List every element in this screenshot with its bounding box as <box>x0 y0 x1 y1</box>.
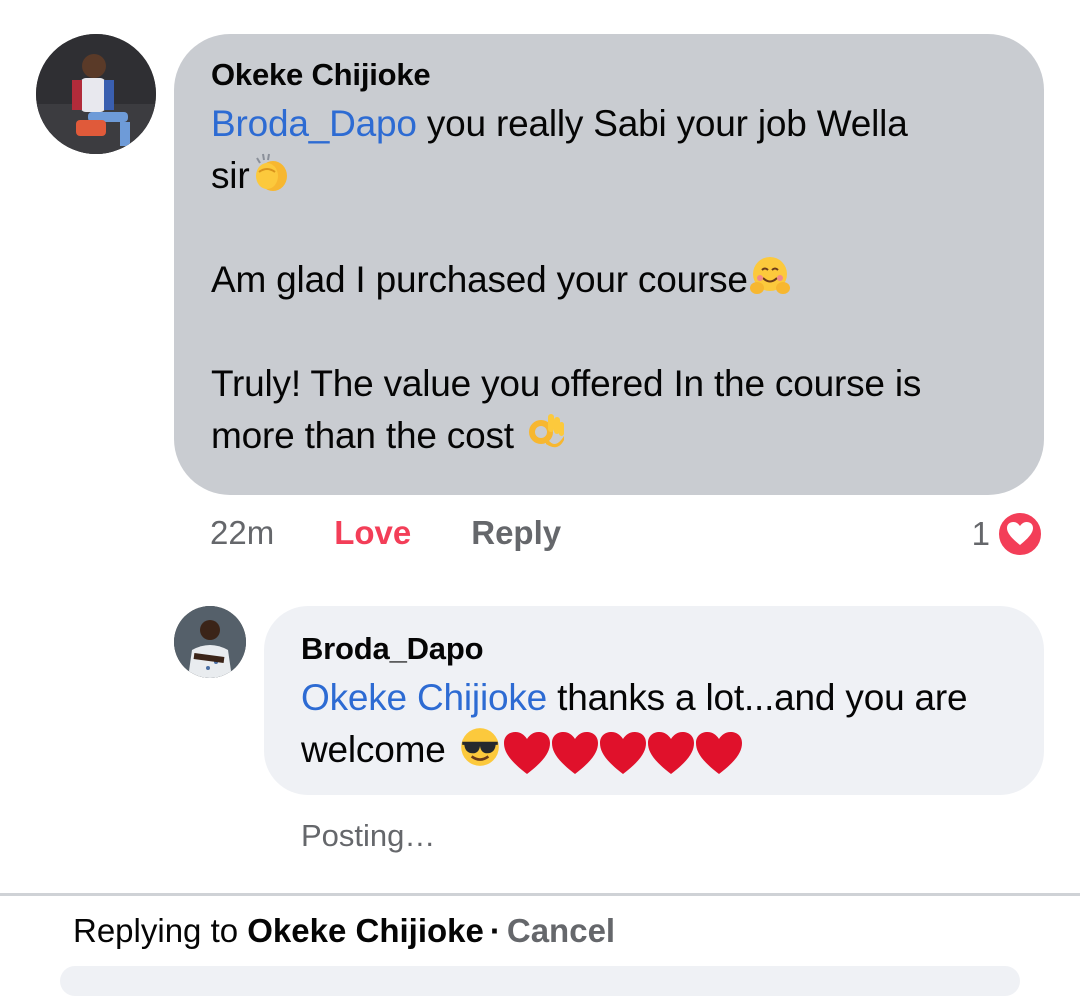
replying-prefix: Replying to <box>73 912 248 949</box>
comment-paragraph-3: Truly! The value you offered In the cour… <box>211 358 1008 462</box>
comment-line-2: sir <box>211 155 250 196</box>
sunglasses-face-icon <box>456 724 504 770</box>
comment-text: Broda_Dapo you really Sabi your job Well… <box>211 98 1008 462</box>
cancel-reply-button[interactable]: Cancel <box>507 912 615 949</box>
composer-divider <box>0 893 1080 896</box>
reaction-count: 1 <box>971 515 990 552</box>
red-heart-icon <box>694 730 744 776</box>
replying-separator: · <box>489 912 501 949</box>
reply-mention-link[interactable]: Okeke Chijioke <box>301 677 547 718</box>
comment-paragraph-1: Broda_Dapo you really Sabi your job Well… <box>211 98 1008 202</box>
comment-composer-input[interactable] <box>60 966 1020 996</box>
comment-line-3: Am glad I purchased your course <box>211 259 748 300</box>
red-heart-icon <box>598 730 648 776</box>
commenter-avatar[interactable] <box>36 34 156 154</box>
replier-avatar[interactable] <box>174 606 246 678</box>
reply-bubble[interactable]: Broda_Dapo Okeke Chijioke thanks a lot..… <box>264 606 1044 795</box>
hearts-group <box>502 730 744 784</box>
ok-hand-icon <box>524 410 568 454</box>
reaction-summary[interactable]: 1 <box>972 510 1044 558</box>
comment-line-1: you really Sabi your job Wella <box>416 103 908 144</box>
love-reaction-icon <box>996 510 1044 558</box>
comment-timestamp[interactable]: 22m <box>210 514 274 552</box>
posting-status: Posting… <box>301 818 436 853</box>
replying-to-bar: Replying to Okeke Chijioke · Cancel <box>73 912 615 950</box>
clapping-hands-icon <box>249 150 293 194</box>
replying-to-name: Okeke Chijioke <box>247 912 484 949</box>
red-heart-icon <box>550 730 600 776</box>
comment-paragraph-2: Am glad I purchased your course <box>211 254 1008 306</box>
love-button[interactable]: Love <box>334 514 411 552</box>
red-heart-icon <box>646 730 696 776</box>
reply-author[interactable]: Broda_Dapo <box>301 630 1008 668</box>
red-heart-icon <box>502 730 552 776</box>
reply-text: Okeke Chijioke thanks a lot...and you ar… <box>301 672 1008 784</box>
comment-bubble[interactable]: Okeke Chijioke Broda_Dapo you really Sab… <box>174 34 1044 495</box>
comment-actions: 22m Love Reply <box>210 514 561 552</box>
mention-link[interactable]: Broda_Dapo <box>211 103 417 144</box>
reply-button[interactable]: Reply <box>471 514 561 552</box>
comment-author[interactable]: Okeke Chijioke <box>211 56 1008 94</box>
hugging-face-icon <box>748 254 792 298</box>
